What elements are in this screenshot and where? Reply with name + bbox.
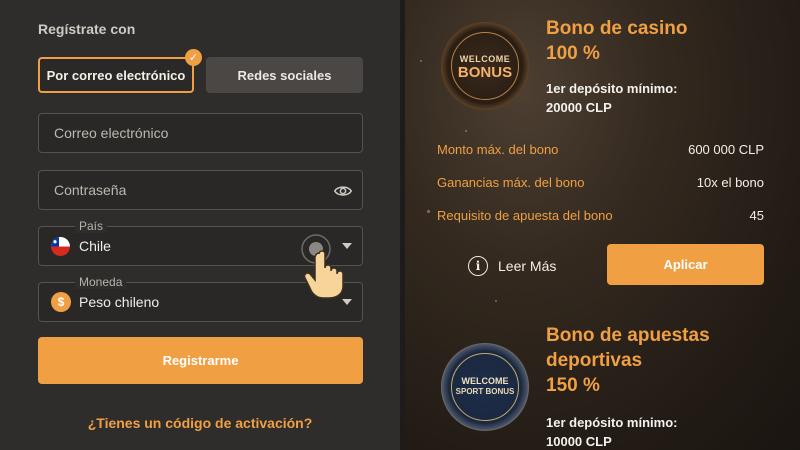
registration-panel: Regístrate con Por correo electrónico ✓ …: [0, 0, 400, 450]
detail-value: 600 000 CLP: [688, 142, 764, 157]
min-deposit-value: 10000 CLP: [546, 434, 612, 449]
badge-text: WELCOME: [459, 54, 511, 64]
min-deposit-label: 1er depósito mínimo:: [546, 81, 678, 96]
detail-value: 45: [749, 208, 764, 223]
casino-bonus-title: Bono de casino 100 %: [546, 16, 687, 66]
sparkle: [495, 300, 497, 302]
email-placeholder: Correo electrónico: [54, 125, 169, 141]
sports-bonus-title: Bono de apuestas deportivas 150 %: [546, 323, 710, 398]
country-label: País: [75, 219, 108, 233]
min-deposit-value: 20000 CLP: [546, 100, 612, 115]
country-value: Chile: [79, 238, 111, 254]
detail-label: Monto máx. del bono: [437, 142, 559, 157]
bonus-detail-row: Monto máx. del bono 600 000 CLP: [437, 142, 764, 157]
title-line: deportivas: [546, 350, 643, 371]
currency-coin-icon: $: [51, 292, 71, 312]
badge-text: BONUS: [457, 64, 513, 81]
min-deposit: 1er depósito mínimo: 10000 CLP: [546, 413, 677, 450]
badge-text: WELCOME: [461, 376, 509, 386]
min-deposit: 1er depósito mínimo: 20000 CLP: [546, 79, 677, 117]
register-button[interactable]: Registrarme: [38, 337, 363, 384]
eye-icon[interactable]: [334, 182, 352, 200]
sparkle: [427, 210, 430, 213]
detail-value: 10x el bono: [696, 175, 764, 190]
detail-label: Ganancias máx. del bono: [437, 175, 585, 190]
chile-flag-icon: [51, 237, 70, 256]
sparkle: [465, 130, 467, 132]
welcome-bonus-badge: WELCOME BONUS: [441, 22, 529, 110]
min-deposit-label: 1er depósito mínimo:: [546, 415, 678, 430]
apply-button[interactable]: Aplicar: [607, 244, 764, 285]
password-placeholder: Contraseña: [54, 182, 127, 198]
sparkle: [420, 60, 422, 62]
bonus-panel: WELCOME BONUS Bono de casino 100 % 1er d…: [405, 0, 800, 450]
title-line: Bono de casino: [546, 18, 688, 39]
title-line: 100 %: [546, 43, 600, 64]
email-field[interactable]: Correo electrónico: [38, 113, 363, 153]
read-more-label: Leer Más: [498, 258, 557, 274]
welcome-sport-bonus-badge: WELCOME SPORT BONUS: [441, 343, 529, 431]
bonus-detail-row: Requisito de apuesta del bono 45: [437, 208, 764, 223]
badge-text: SPORT BONUS: [455, 387, 515, 396]
detail-label: Requisito de apuesta del bono: [437, 208, 613, 223]
pointing-hand-icon: [301, 234, 344, 299]
read-more-link[interactable]: i Leer Más: [468, 255, 556, 277]
info-icon: i: [468, 256, 488, 276]
password-field[interactable]: Contraseña: [38, 170, 363, 210]
tab-social-networks[interactable]: Redes sociales: [206, 57, 363, 93]
title-line: 150 %: [546, 375, 600, 396]
registration-heading: Regístrate con: [38, 21, 136, 37]
activation-code-link[interactable]: ¿Tienes un código de activación?: [0, 415, 400, 431]
check-icon: ✓: [185, 49, 202, 66]
title-line: Bono de apuestas: [546, 325, 710, 346]
bonus-detail-row: Ganancias máx. del bono 10x el bono: [437, 175, 764, 190]
currency-value: Peso chileno: [79, 294, 160, 310]
currency-label: Moneda: [75, 275, 127, 289]
tab-email[interactable]: Por correo electrónico: [38, 57, 194, 93]
